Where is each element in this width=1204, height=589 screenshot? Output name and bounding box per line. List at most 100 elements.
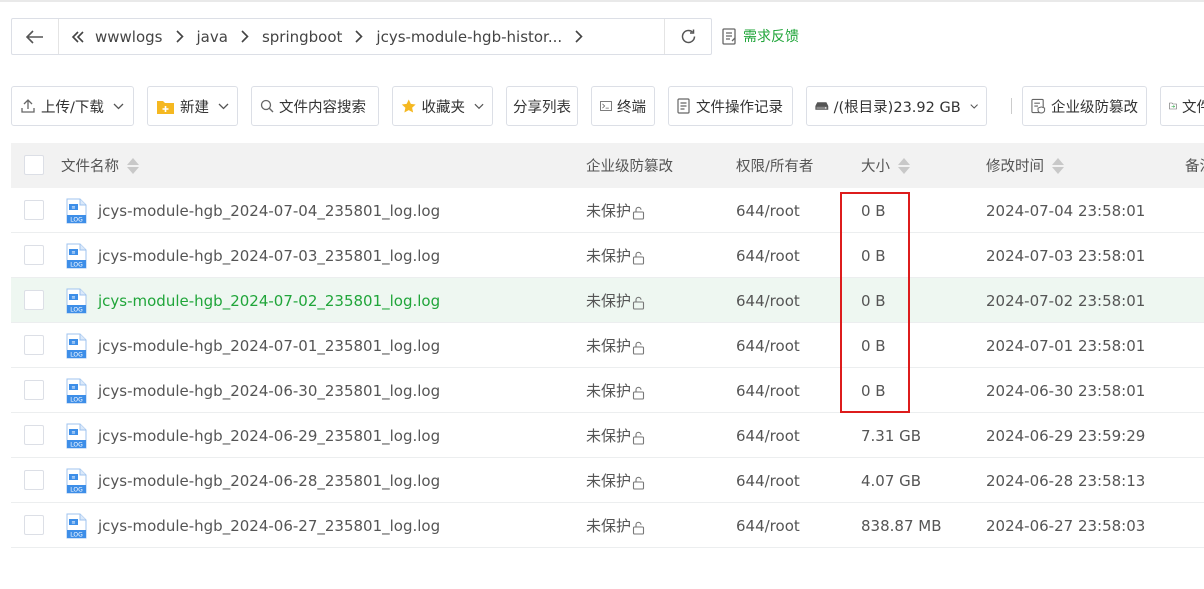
column-header-size[interactable]: 大小 <box>861 143 910 188</box>
feedback-link[interactable]: 需求反馈 <box>722 26 799 46</box>
row-checkbox[interactable] <box>24 425 44 445</box>
svg-text:≡: ≡ <box>71 430 75 436</box>
file-name[interactable]: jcys-module-hgb_2024-07-03_235801_log.lo… <box>98 247 440 265</box>
chevron-right-icon[interactable] <box>566 30 592 43</box>
row-checkbox[interactable] <box>24 470 44 490</box>
file-sync-icon <box>1169 102 1177 110</box>
svg-text:≡: ≡ <box>71 340 75 346</box>
column-header-name[interactable]: 文件名称 <box>61 143 139 188</box>
column-header-mtime[interactable]: 修改时间 <box>986 143 1064 188</box>
file-name[interactable]: jcys-module-hgb_2024-07-04_235801_log.lo… <box>98 202 440 220</box>
file-more-button[interactable]: 文件 <box>1160 86 1204 126</box>
row-checkbox[interactable] <box>24 335 44 355</box>
row-checkbox[interactable] <box>24 245 44 265</box>
file-name-cell[interactable]: ≡ LOG jcys-module-hgb_2024-06-27_235801_… <box>66 503 440 548</box>
share-list-label: 分享列表 <box>513 99 571 116</box>
table-row[interactable]: ≡ LOG jcys-module-hgb_2024-07-04_235801_… <box>11 188 1204 233</box>
unlock-icon[interactable] <box>632 206 645 220</box>
breadcrumb-item-current-folder[interactable]: jcys-module-hgb-histor... <box>372 28 566 46</box>
table-row[interactable]: ≡ LOG jcys-module-hgb_2024-06-27_235801_… <box>11 503 1204 548</box>
log-file-icon: ≡ LOG <box>66 288 87 314</box>
svg-text:≡: ≡ <box>71 385 75 391</box>
permission-cell[interactable]: 644/root <box>736 233 800 278</box>
protect-status-cell: 未保护 <box>586 188 645 233</box>
share-list-button[interactable]: 分享列表 <box>506 86 578 126</box>
table-row[interactable]: ≡ LOG jcys-module-hgb_2024-06-30_235801_… <box>11 368 1204 413</box>
row-checkbox[interactable] <box>24 515 44 535</box>
table-row[interactable]: ≡ LOG jcys-module-hgb_2024-07-02_235801_… <box>11 278 1204 323</box>
favorites-button[interactable]: 收藏夹 <box>392 86 493 126</box>
svg-text:≡: ≡ <box>71 520 75 526</box>
row-checkbox[interactable] <box>24 200 44 220</box>
back-button[interactable] <box>12 19 59 54</box>
select-all-checkbox[interactable] <box>24 155 44 175</box>
breadcrumb-item-java[interactable]: java <box>193 28 232 46</box>
file-name-cell[interactable]: ≡ LOG jcys-module-hgb_2024-07-03_235801_… <box>66 233 440 278</box>
breadcrumb: wwwlogs java springboot jcys-module-hgb-… <box>59 19 664 54</box>
table-row[interactable]: ≡ LOG jcys-module-hgb_2024-06-29_235801_… <box>11 413 1204 458</box>
size-cell: 838.87 MB <box>861 516 942 535</box>
table-row[interactable]: ≡ LOG jcys-module-hgb_2024-07-01_235801_… <box>11 323 1204 368</box>
unlock-icon[interactable] <box>632 431 645 445</box>
svg-text:LOG: LOG <box>70 306 83 313</box>
sort-icon[interactable] <box>1052 157 1064 174</box>
terminal-button[interactable]: 终端 <box>591 86 655 126</box>
permission-cell[interactable]: 644/root <box>736 503 800 548</box>
permission-cell[interactable]: 644/root <box>736 413 800 458</box>
refresh-button[interactable] <box>664 19 711 54</box>
permission-cell[interactable]: 644/root <box>736 188 800 233</box>
log-file-icon: ≡ LOG <box>66 333 87 359</box>
unlock-icon[interactable] <box>632 386 645 400</box>
size-cell: 4.07 GB <box>861 471 922 490</box>
protect-status: 未保护 <box>586 427 632 445</box>
sort-icon[interactable] <box>898 157 910 174</box>
table-row[interactable]: ≡ LOG jcys-module-hgb_2024-06-28_235801_… <box>11 458 1204 503</box>
mtime-cell: 2024-06-28 23:58:13 <box>986 471 1146 490</box>
file-name[interactable]: jcys-module-hgb_2024-06-27_235801_log.lo… <box>98 517 440 535</box>
file-name-cell[interactable]: ≡ LOG jcys-module-hgb_2024-07-02_235801_… <box>66 278 440 323</box>
file-name[interactable]: jcys-module-hgb_2024-06-29_235801_log.lo… <box>98 427 440 445</box>
chevron-down-icon <box>474 103 484 109</box>
unlock-icon[interactable] <box>632 521 645 535</box>
tamper-protect-button[interactable]: 企业级防篡改 <box>1022 86 1147 126</box>
log-file-icon: ≡ LOG <box>66 423 87 449</box>
permission-cell[interactable]: 644/root <box>736 458 800 503</box>
row-checkbox[interactable] <box>24 290 44 310</box>
operation-log-button[interactable]: 文件操作记录 <box>668 86 793 126</box>
row-checkbox[interactable] <box>24 380 44 400</box>
unlock-icon[interactable] <box>632 341 645 355</box>
file-name-cell[interactable]: ≡ LOG jcys-module-hgb_2024-07-01_235801_… <box>66 323 440 368</box>
unlock-icon[interactable] <box>632 296 645 310</box>
sort-icon[interactable] <box>127 157 139 174</box>
permission-cell[interactable]: 644/root <box>736 323 800 368</box>
file-name-cell[interactable]: ≡ LOG jcys-module-hgb_2024-06-30_235801_… <box>66 368 440 413</box>
log-record-icon <box>677 98 690 114</box>
permission-cell[interactable]: 644/root <box>736 278 800 323</box>
disk-selector[interactable]: /(根目录)23.92 GB <box>806 86 987 126</box>
tamper-protect-label: 企业级防篡改 <box>1051 99 1138 116</box>
unlock-icon[interactable] <box>632 251 645 265</box>
file-name-cell[interactable]: ≡ LOG jcys-module-hgb_2024-06-28_235801_… <box>66 458 440 503</box>
breadcrumb-item-wwwlogs[interactable]: wwwlogs <box>91 28 167 46</box>
double-chevron-left-icon[interactable] <box>65 30 91 44</box>
file-name[interactable]: jcys-module-hgb_2024-07-02_235801_log.lo… <box>98 292 440 310</box>
new-button[interactable]: 新建 <box>147 86 238 126</box>
upload-download-button[interactable]: 上传/下载 <box>11 86 134 126</box>
protect-status-cell: 未保护 <box>586 413 645 458</box>
file-name-cell[interactable]: ≡ LOG jcys-module-hgb_2024-06-29_235801_… <box>66 413 440 458</box>
size-cell: 0 B <box>861 201 886 220</box>
permission-cell[interactable]: 644/root <box>736 368 800 413</box>
mtime-cell: 2024-07-01 23:58:01 <box>986 336 1146 355</box>
log-file-icon: ≡ LOG <box>66 198 87 224</box>
size-cell: 0 B <box>861 381 886 400</box>
file-name[interactable]: jcys-module-hgb_2024-06-28_235801_log.lo… <box>98 472 440 490</box>
table-row[interactable]: ≡ LOG jcys-module-hgb_2024-07-03_235801_… <box>11 233 1204 278</box>
content-search-button[interactable]: 文件内容搜索 <box>251 86 379 126</box>
file-name[interactable]: jcys-module-hgb_2024-07-01_235801_log.lo… <box>98 337 440 355</box>
unlock-icon[interactable] <box>632 476 645 490</box>
file-name[interactable]: jcys-module-hgb_2024-06-30_235801_log.lo… <box>98 382 440 400</box>
protect-status: 未保护 <box>586 292 632 310</box>
file-name-cell[interactable]: ≡ LOG jcys-module-hgb_2024-07-04_235801_… <box>66 188 440 233</box>
breadcrumb-item-springboot[interactable]: springboot <box>258 28 346 46</box>
chevron-right-icon <box>232 30 258 43</box>
